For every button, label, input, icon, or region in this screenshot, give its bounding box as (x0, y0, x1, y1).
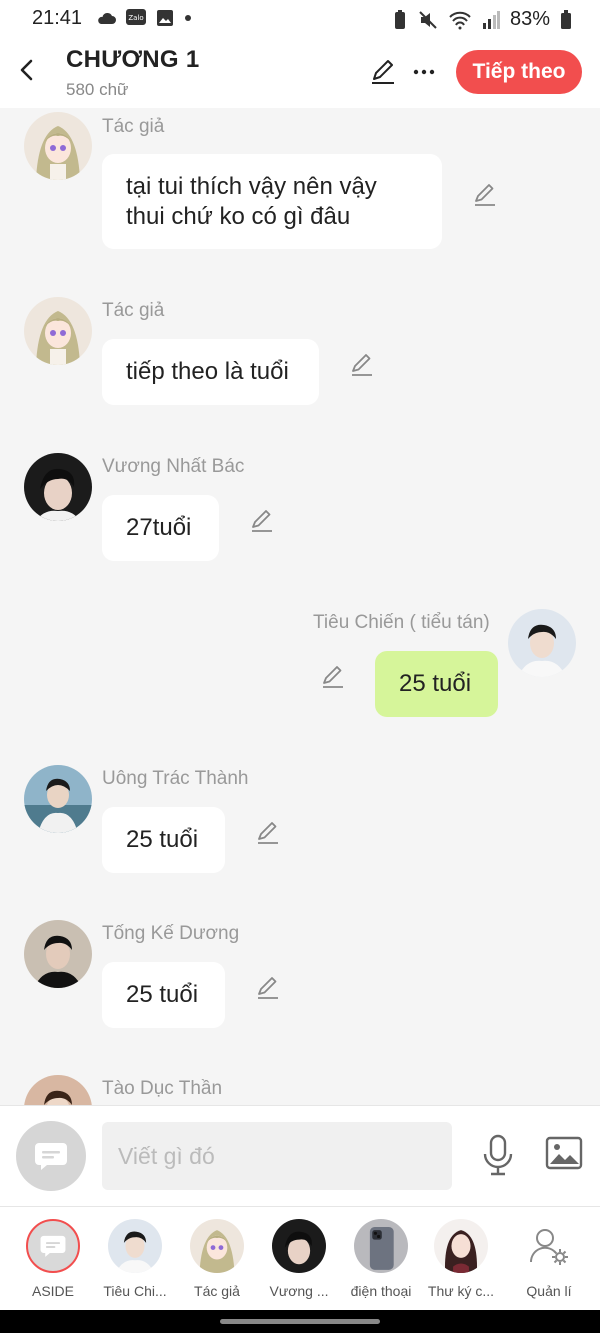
message-text-line: thui chứ ko có gì đâu (126, 203, 351, 230)
character-tac-gia[interactable]: Tác giả (176, 1219, 258, 1299)
sender-name: Vương Nhất Bác (102, 456, 245, 477)
message-bubble[interactable]: 25 tuổi (375, 651, 498, 717)
message-bubble[interactable]: tại tui thích vậy nên vậy thui chứ ko có… (102, 154, 442, 249)
sender-name: Tống Kế Dương (102, 923, 240, 944)
status-bar: 21:41 Zalo 83% (0, 0, 600, 38)
aside-avatar (26, 1219, 80, 1273)
sender-name: Uông Trác Thành (102, 768, 249, 789)
chat-bubble-icon (35, 1143, 67, 1170)
chat-area[interactable]: Tác giả tại tui thích vậy nên vậy thui c… (0, 108, 600, 1105)
status-time: 21:41 (32, 7, 83, 29)
edit-pencil-icon[interactable] (369, 58, 397, 86)
man-photo-avatar[interactable] (24, 920, 92, 988)
man-photo-avatar (272, 1219, 326, 1273)
gallery-icon (157, 10, 173, 26)
man-photo-avatar[interactable] (508, 609, 576, 677)
manage-user-icon (522, 1219, 576, 1273)
character-dien-thoai[interactable]: điện thoại (340, 1219, 422, 1299)
message-bubble[interactable]: tiếp theo là tuổi (102, 339, 319, 405)
anime-girl-avatar[interactable] (24, 297, 92, 365)
cloud-icon (98, 12, 116, 24)
more-options-icon[interactable] (412, 58, 436, 86)
message-text-line: tại tui thích vậy nên vậy (126, 173, 377, 200)
mute-icon (419, 10, 437, 29)
edit-message-icon[interactable] (255, 975, 281, 1001)
message-bubble[interactable]: 25 tuổi (102, 962, 225, 1028)
character-label: Vương ... (269, 1283, 329, 1299)
sender-name: Tào Dục Thần (102, 1078, 223, 1099)
edit-message-icon[interactable] (255, 820, 281, 846)
notification-icons: Zalo (96, 9, 192, 27)
edit-message-icon[interactable] (472, 182, 498, 208)
character-label: Tác giả (194, 1283, 240, 1299)
phone-avatar (354, 1219, 408, 1273)
woman-illustration-avatar (434, 1219, 488, 1273)
wifi-icon (449, 11, 471, 29)
image-upload-icon[interactable] (545, 1136, 583, 1170)
character-switcher: ASIDE Tiêu Chi... Tác giả Vương ... điện… (0, 1206, 600, 1311)
svg-text:Zalo: Zalo (128, 14, 143, 22)
battery-percent: 83% (509, 8, 550, 30)
man-photo-avatar[interactable] (24, 765, 92, 833)
character-label: Thư ký c... (427, 1283, 495, 1299)
system-nav-bar (0, 1310, 600, 1333)
character-label: Quản lí (526, 1283, 572, 1299)
anime-girl-avatar (190, 1219, 244, 1273)
sender-name: Tác giả (102, 116, 165, 137)
character-tieu-chien[interactable]: Tiêu Chi... (94, 1219, 176, 1299)
character-aside[interactable]: ASIDE (12, 1219, 94, 1299)
message-input[interactable] (102, 1122, 452, 1190)
edit-message-icon[interactable] (349, 352, 375, 378)
home-indicator[interactable] (220, 1319, 380, 1324)
chat-bubble-icon (40, 1235, 66, 1257)
character-label: Tiêu Chi... (103, 1283, 167, 1299)
zalo-icon: Zalo (126, 9, 146, 25)
character-vuong[interactable]: Vương ... (258, 1219, 340, 1299)
man-photo-avatar[interactable] (24, 453, 92, 521)
edit-message-icon[interactable] (320, 664, 346, 690)
manage-characters[interactable]: Quản lí (508, 1219, 590, 1299)
system-icons: 83% (392, 8, 572, 31)
aside-toggle-button[interactable] (16, 1121, 86, 1191)
character-label: điện thoại (350, 1283, 412, 1299)
man-photo-avatar[interactable] (24, 1075, 92, 1105)
battery-icon (561, 9, 571, 29)
microphone-icon[interactable] (480, 1134, 516, 1178)
sender-name: Tiêu Chiến ( tiểu tán) (313, 612, 490, 633)
message-bubble[interactable]: 25 tuổi (102, 807, 225, 873)
battery-saver-icon (394, 9, 405, 29)
next-chapter-button[interactable]: Tiếp theo (456, 50, 582, 94)
message-bubble[interactable]: 27tuổi (102, 495, 219, 561)
sender-name: Tác giả (102, 300, 165, 321)
edit-message-icon[interactable] (249, 508, 275, 534)
chapter-title: CHƯƠNG 1 (66, 46, 200, 73)
dot-icon (185, 15, 191, 21)
back-arrow-icon[interactable] (14, 56, 42, 84)
character-thu-ky[interactable]: Thư ký c... (420, 1219, 502, 1299)
word-count: 580 chữ (66, 80, 129, 99)
man-photo-avatar (108, 1219, 162, 1273)
anime-girl-avatar[interactable] (24, 112, 92, 180)
signal-icon (482, 10, 500, 29)
chapter-header: CHƯƠNG 1 580 chữ Tiếp theo (0, 38, 600, 108)
message-input-bar (0, 1105, 600, 1206)
character-label: ASIDE (31, 1283, 74, 1299)
